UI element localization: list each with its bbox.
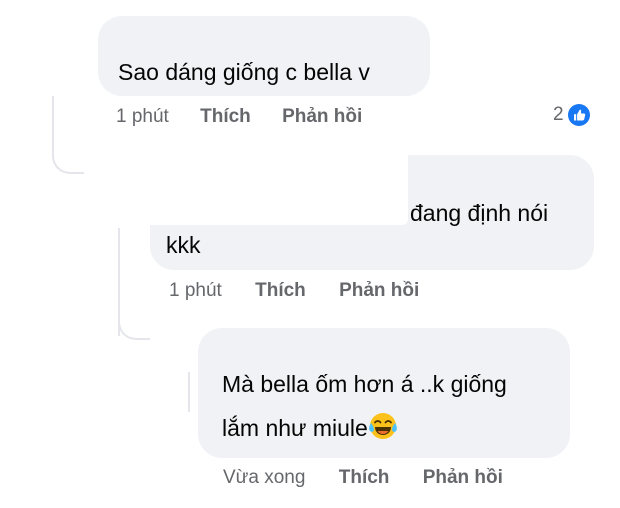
- nested-reply-text-line-1: Mà bella ốm hơn á ..k giống: [222, 371, 507, 397]
- nested-reply-time[interactable]: Vừa xong: [223, 467, 305, 489]
- thread-connector-reply-1: [52, 150, 84, 174]
- reply-button[interactable]: Phản hồi: [339, 280, 419, 302]
- comment-bubble: Sao dáng giống c bella v: [98, 16, 430, 96]
- like-button[interactable]: Thích: [200, 106, 251, 128]
- reply-time[interactable]: 1 phút: [169, 280, 222, 302]
- face-with-tears-of-joy-icon: [368, 411, 398, 441]
- redacted-area: [150, 155, 408, 225]
- reaction-summary[interactable]: 2: [553, 104, 590, 126]
- like-button[interactable]: Thích: [255, 280, 306, 302]
- comment-text: Sao dáng giống c bella v: [118, 59, 370, 85]
- nested-reply-meta: Vừa xong Thích Phản hồi: [223, 467, 503, 489]
- nested-reply-text-line-2: lắm như miule: [222, 410, 398, 446]
- reply-button[interactable]: Phản hồi: [282, 106, 362, 128]
- reply-meta: 1 phút Thích Phản hồi: [169, 280, 419, 302]
- like-button[interactable]: Thích: [339, 467, 390, 489]
- nested-reply-bubble: Mà bella ốm hơn á ..k giống lắm như miul…: [198, 328, 570, 458]
- thread-connector-reply-2: [118, 320, 150, 340]
- reply-text-line-2: kkk: [166, 232, 201, 258]
- reaction-count: 2: [553, 104, 564, 125]
- nested-reply-text-line-2-content: lắm như miule: [222, 415, 368, 441]
- thread-line-main: [52, 96, 54, 156]
- comment-meta: 1 phút Thích Phản hồi: [116, 106, 362, 128]
- like-icon: [567, 104, 590, 126]
- comment-time[interactable]: 1 phút: [116, 106, 169, 128]
- reply-bubble: đang định nói kkk: [150, 155, 594, 270]
- reply-button[interactable]: Phản hồi: [423, 467, 503, 489]
- reply-text-line-1: đang định nói: [410, 200, 549, 226]
- thread-line-nested: [188, 372, 190, 412]
